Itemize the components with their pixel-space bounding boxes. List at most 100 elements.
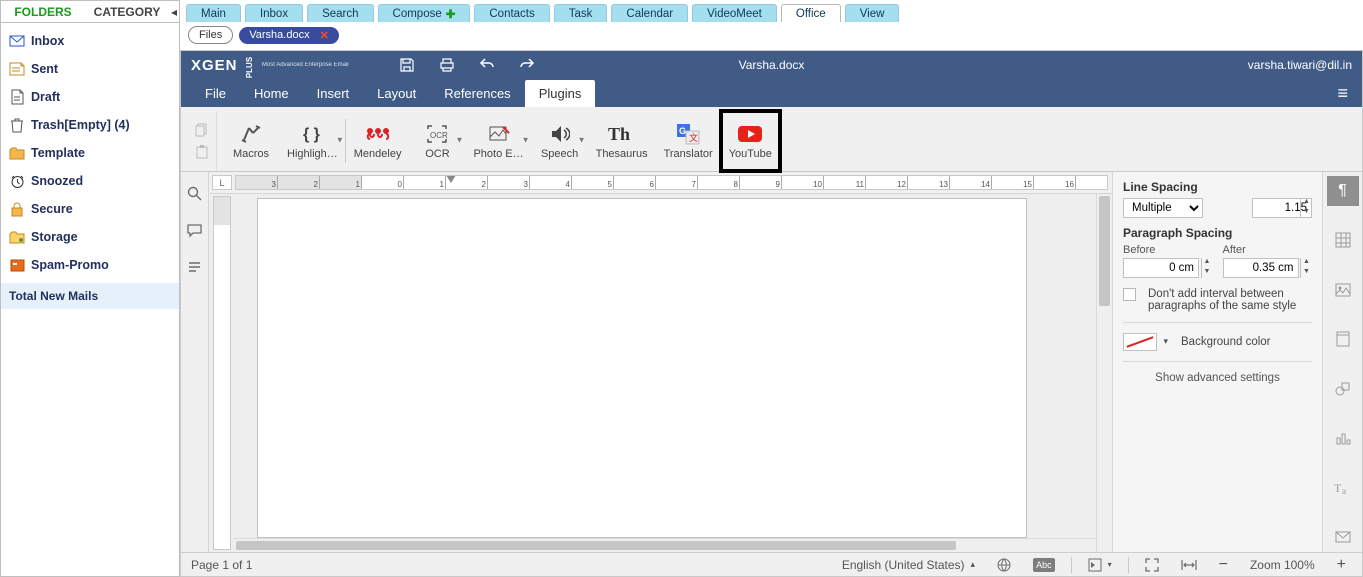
tab-calendar[interactable]: Calendar <box>611 4 688 22</box>
zoom-level[interactable]: Zoom 100% <box>1244 558 1321 572</box>
menu-more-icon[interactable]: ≡ <box>1333 83 1352 104</box>
current-user[interactable]: varsha.tiwari@dil.in <box>1248 58 1352 72</box>
sidebar-item-template[interactable]: Template <box>1 139 179 167</box>
tab-compose[interactable]: Compose✚ <box>378 4 471 22</box>
fit-width-icon[interactable] <box>1175 559 1203 571</box>
sidebar-item-label: Draft <box>31 90 60 104</box>
plugin-highligh[interactable]: { }Highligh…▼ <box>279 111 346 171</box>
set-language-icon[interactable] <box>991 558 1017 572</box>
sidebar-item-spam-promo[interactable]: Spam-Promo <box>1 251 179 279</box>
plugin-ocr[interactable]: OCROCR▼ <box>409 111 465 171</box>
zoom-out-icon[interactable]: − <box>1213 556 1234 574</box>
spacing-before-input[interactable] <box>1123 258 1199 278</box>
print-icon[interactable] <box>439 57 455 73</box>
vertical-scrollbar[interactable] <box>1096 194 1112 552</box>
sidebar-tab-category[interactable]: CATEGORY <box>85 2 169 22</box>
plugin-label: Thesaurus <box>596 148 648 160</box>
menu-file[interactable]: File <box>191 80 240 107</box>
redo-icon[interactable] <box>519 57 535 73</box>
paste-icon[interactable] <box>195 145 209 159</box>
sidebar-tab-folders[interactable]: FOLDERS <box>1 2 85 22</box>
macros-icon <box>240 123 262 145</box>
chevron-down-icon: ▼ <box>578 136 586 145</box>
chart-mode-icon[interactable] <box>1327 424 1359 454</box>
tab-search[interactable]: Search <box>307 4 373 22</box>
paragraph-mode-icon[interactable]: ¶ <box>1327 176 1359 206</box>
plugin-macros[interactable]: Macros <box>223 111 279 171</box>
sidebar-item-inbox[interactable]: Inbox <box>1 27 179 55</box>
shape-mode-icon[interactable] <box>1327 374 1359 404</box>
sidebar-collapse-icon[interactable]: ◂ <box>169 5 179 19</box>
fit-page-icon[interactable] <box>1139 558 1165 572</box>
plugin-photo-e[interactable]: Photo E…▼ <box>465 111 531 171</box>
spellcheck-icon[interactable]: Abc <box>1027 558 1061 572</box>
horizontal-ruler[interactable]: 3210123456789101112131415161718 <box>235 175 1108 190</box>
zoom-in-icon[interactable]: + <box>1331 556 1352 574</box>
menu-insert[interactable]: Insert <box>303 80 364 107</box>
plugin-speech[interactable]: Speech▼ <box>532 111 588 171</box>
tab-videomeet[interactable]: VideoMeet <box>692 4 777 22</box>
horizontal-scrollbar[interactable] <box>233 538 1096 552</box>
undo-icon[interactable] <box>479 57 495 73</box>
page-indicator[interactable]: Page 1 of 1 <box>191 558 252 572</box>
sidebar-item-secure[interactable]: Secure <box>1 195 179 223</box>
ocr-icon: OCR <box>426 123 448 145</box>
document-canvas[interactable] <box>233 194 1096 552</box>
language-selector[interactable]: English (United States)▴ <box>836 558 981 572</box>
speech-icon <box>550 123 570 145</box>
tab-office[interactable]: Office <box>781 4 841 22</box>
plugin-label: YouTube <box>729 148 772 160</box>
menu-layout[interactable]: Layout <box>363 80 430 107</box>
open-document-pill[interactable]: Varsha.docx ✕ <box>239 27 339 44</box>
advanced-settings-link[interactable]: Show advanced settings <box>1123 372 1312 384</box>
header-mode-icon[interactable] <box>1327 325 1359 355</box>
plugin-label: Photo E… <box>473 148 523 160</box>
thesaurus-icon: Th <box>608 123 636 145</box>
line-spacing-mode[interactable]: Multiple <box>1123 198 1203 218</box>
sidebar-item-label: Sent <box>31 62 58 76</box>
plugin-translator[interactable]: G文Translator <box>656 111 721 171</box>
tab-contacts[interactable]: Contacts <box>474 4 549 22</box>
folder-icon <box>9 33 25 49</box>
svg-text:a: a <box>1342 486 1346 496</box>
no-interval-checkbox[interactable] <box>1123 288 1136 301</box>
sidebar-item-storage[interactable]: Storage <box>1 223 179 251</box>
logo-tagline: Most Advanced Enterprise Email <box>262 62 349 68</box>
sidebar-item-snoozed[interactable]: Snoozed <box>1 167 179 195</box>
close-document-icon[interactable]: ✕ <box>320 29 329 42</box>
copy-icon[interactable] <box>195 123 209 137</box>
before-label: Before <box>1123 244 1213 256</box>
files-button[interactable]: Files <box>188 26 233 44</box>
mail-mode-icon[interactable] <box>1327 523 1359 553</box>
menu-plugins[interactable]: Plugins <box>525 80 596 107</box>
vertical-ruler[interactable] <box>213 196 231 550</box>
tab-main[interactable]: Main <box>186 4 241 22</box>
paragraph-properties-panel: Line Spacing Multiple ▲▼ Paragraph Spaci… <box>1112 172 1322 552</box>
background-color-swatch[interactable] <box>1123 333 1157 351</box>
plugin-mendeley[interactable]: Mendeley <box>346 111 410 171</box>
image-mode-icon[interactable] <box>1327 275 1359 305</box>
sidebar-item-trash-empty-4[interactable]: Trash[Empty] (4) <box>1 111 179 139</box>
menu-references[interactable]: References <box>430 80 524 107</box>
plugin-youtube[interactable]: YouTube <box>721 111 780 171</box>
sidebar-total-new-mails[interactable]: Total New Mails <box>1 283 179 309</box>
sidebar-item-sent[interactable]: Sent <box>1 55 179 83</box>
plugin-label: Macros <box>233 148 269 160</box>
tab-task[interactable]: Task <box>554 4 608 22</box>
tab-inbox[interactable]: Inbox <box>245 4 303 22</box>
track-changes-icon[interactable]: ▾ <box>1082 558 1118 572</box>
menu-home[interactable]: Home <box>240 80 303 107</box>
left-tool-gutter <box>181 172 209 552</box>
tab-view[interactable]: View <box>845 4 900 22</box>
sidebar-item-label: Inbox <box>31 34 64 48</box>
sidebar-item-draft[interactable]: Draft <box>1 83 179 111</box>
plugin-thesaurus[interactable]: Th Thesaurus <box>588 111 656 171</box>
headings-icon[interactable] <box>187 260 202 275</box>
compose-plus-icon: ✚ <box>446 7 456 21</box>
table-mode-icon[interactable] <box>1327 226 1359 256</box>
spacing-after-input[interactable] <box>1223 258 1299 278</box>
textart-mode-icon[interactable]: Ta <box>1327 473 1359 503</box>
save-icon[interactable] <box>399 57 415 73</box>
comments-icon[interactable] <box>187 223 202 238</box>
search-icon[interactable] <box>187 186 202 201</box>
